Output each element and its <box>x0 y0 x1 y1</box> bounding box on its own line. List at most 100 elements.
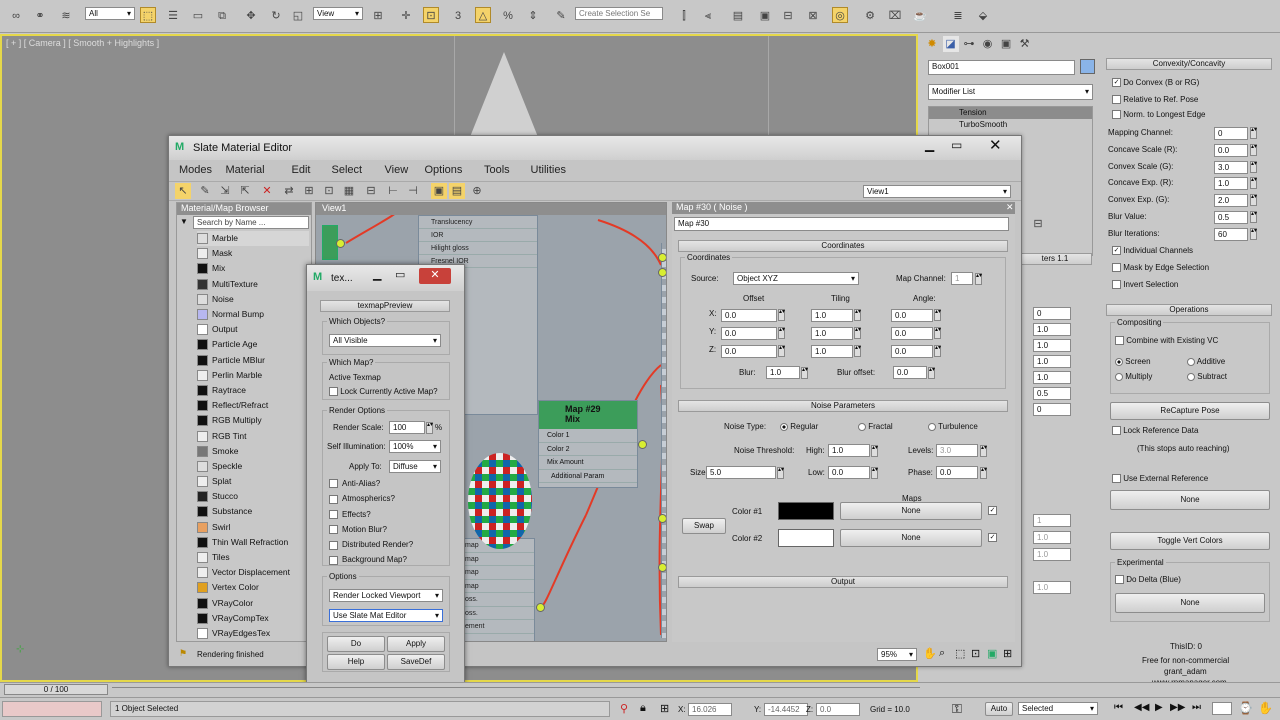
absolute-mode-icon[interactable]: ⊞ <box>660 702 669 715</box>
map-list-item[interactable]: RGB Multiply <box>197 413 309 428</box>
param-spinner[interactable]: ▴▾ <box>1250 160 1257 173</box>
map-list-item[interactable]: Reflect/Refract <box>197 398 309 413</box>
create-tab-icon[interactable]: ✸ <box>924 36 940 52</box>
map-list-item[interactable]: Mask <box>197 246 309 261</box>
menu-view[interactable]: View <box>385 164 409 176</box>
assign-material-icon[interactable]: ⇱ <box>237 183 253 199</box>
regular-radio[interactable]: Regular <box>780 422 818 431</box>
color1-swatch[interactable] <box>778 502 834 520</box>
offset-field[interactable]: 0.0 <box>721 345 777 358</box>
norm-checkbox[interactable]: Norm. to Longest Edge <box>1112 110 1206 120</box>
tiling-spinner[interactable]: ▴▾ <box>854 309 861 321</box>
zoom-selected-icon[interactable]: ▣ <box>987 647 997 660</box>
angle-field[interactable]: 0.0 <box>891 327 933 340</box>
external-none-button[interactable]: None <box>1110 490 1270 510</box>
slate-titlebar[interactable]: M Slate Material Editor ▁ ▭ ✕ <box>169 136 1021 160</box>
vray-icon[interactable]: ⬙ <box>975 8 991 24</box>
layout-children-icon[interactable]: ⊢ <box>385 183 401 199</box>
param-field[interactable]: 1.0 <box>1214 177 1248 191</box>
hide-unused-icon[interactable]: ⊞ <box>301 183 317 199</box>
align-icon[interactable]: ⫷ <box>700 8 716 24</box>
node-icon[interactable]: ▣ <box>431 183 447 199</box>
modify-tab-icon[interactable]: ◪ <box>942 36 959 52</box>
unlink-icon[interactable]: ⚭ <box>32 8 48 24</box>
do-delta-checkbox[interactable]: Do Delta (Blue) <box>1115 575 1181 585</box>
lock-icon[interactable]: 🔒︎ <box>640 702 646 715</box>
z-coordinate-field[interactable]: 0.0 <box>816 703 860 716</box>
partial-value[interactable]: 1.0 <box>1033 371 1071 384</box>
map-list-item[interactable]: VRayCompTex <box>197 611 309 626</box>
minimize-icon[interactable]: ▁ <box>373 268 381 281</box>
swap-button[interactable]: Swap <box>682 518 726 534</box>
maxscript-listener[interactable] <box>2 701 102 717</box>
background-icon[interactable]: ▦ <box>341 183 357 199</box>
map-channel-field[interactable]: 1 <box>951 272 973 285</box>
viewport-label[interactable]: [ + ] [ Camera ] [ Smooth + Highlights ] <box>6 38 159 48</box>
texmap-rollout-header[interactable]: texmapPreview <box>320 300 450 312</box>
angle-spinner[interactable]: ▴▾ <box>934 309 941 321</box>
partial-value[interactable]: 1.0 <box>1033 355 1071 368</box>
high-spinner[interactable]: ▴▾ <box>871 445 878 457</box>
goto-start-icon[interactable]: ⏮ <box>1114 702 1123 713</box>
navigator-icon[interactable]: ⊕ <box>469 183 485 199</box>
checkbox-box[interactable] <box>329 555 338 565</box>
map-list-item[interactable]: VRayEdgesTex <box>197 626 309 639</box>
mix-node-header[interactable]: Map #29 Mix <box>539 401 637 429</box>
scale-icon[interactable]: ◱ <box>290 8 306 24</box>
param-field[interactable]: 2.0 <box>1214 194 1248 208</box>
zoom-dropdown[interactable]: 95% ▾ <box>877 648 917 661</box>
levels-field[interactable]: 3.0 <box>936 444 978 457</box>
isolate-icon[interactable]: ⚲ <box>620 702 628 715</box>
map-list-item[interactable]: Splat <box>197 474 309 489</box>
timeline-track[interactable] <box>112 687 920 691</box>
prev-frame-icon[interactable]: ◀◀ <box>1134 702 1149 713</box>
map-list-item[interactable]: Perlin Marble <box>197 368 309 383</box>
mask-edge-checkbox[interactable]: Mask by Edge Selection <box>1112 263 1209 273</box>
percent-snap-icon[interactable]: % <box>500 8 516 24</box>
object-color-swatch[interactable] <box>1080 59 1095 74</box>
angle-field[interactable]: 0.0 <box>891 309 933 322</box>
pick-material-icon[interactable]: ✎ <box>197 183 213 199</box>
view-tab[interactable]: View1 <box>316 203 666 215</box>
savedef-button[interactable]: SaveDef <box>387 654 445 670</box>
edit-named-sel-icon[interactable]: ✎ <box>553 8 569 24</box>
close-icon[interactable]: ✕ <box>989 136 1002 154</box>
select-by-name-icon[interactable]: ☰ <box>165 8 181 24</box>
blur-offset-field[interactable]: 0.0 <box>893 366 927 379</box>
browser-title[interactable]: Material/Map Browser <box>177 203 311 215</box>
time-slider[interactable]: 0 / 100 <box>4 684 108 695</box>
bind-spacewarp-icon[interactable]: ≋ <box>58 8 74 24</box>
checkbox-box[interactable] <box>329 479 338 489</box>
toggle-vert-colors-button[interactable]: Toggle Vert Colors <box>1110 532 1270 550</box>
combine-checkbox[interactable]: Combine with Existing VC <box>1115 336 1218 346</box>
render-option-checkbox[interactable]: Motion Blur? <box>329 525 447 540</box>
param-field[interactable]: 0.0 <box>1214 143 1248 157</box>
partial-value[interactable]: 0 <box>1033 403 1071 416</box>
keyboard-shortcut-icon[interactable]: ⊡ <box>423 7 439 23</box>
color1-map-checkbox[interactable]: ✓ <box>988 506 997 515</box>
zoom-icon[interactable]: ⌕ <box>939 647 945 660</box>
mix-node[interactable]: Map #29 Mix Color 1 Color 2 Mix Amount Addi… <box>538 400 638 488</box>
node-slot[interactable]: map <box>461 566 534 580</box>
map-list-item[interactable]: Output <box>197 322 309 337</box>
offset-field[interactable]: 0.0 <box>721 327 777 340</box>
properties-close-icon[interactable]: ✕ <box>1006 202 1014 213</box>
render-frame-icon[interactable]: ⌧ <box>887 8 903 24</box>
map-list-item[interactable]: Raytrace <box>197 383 309 398</box>
offset-spinner[interactable]: ▴▾ <box>778 345 785 357</box>
offset-spinner[interactable]: ▴▾ <box>778 327 785 339</box>
select-manipulate-icon[interactable]: ✛ <box>398 8 414 24</box>
blur-spinner[interactable]: ▴▾ <box>801 367 808 379</box>
relative-checkbox[interactable]: Relative to Ref. Pose <box>1112 95 1198 105</box>
phase-field[interactable]: 0.0 <box>936 466 978 479</box>
map-list-item[interactable]: Tiles <box>197 550 309 565</box>
stack-item-tension[interactable]: Tension <box>929 107 1092 119</box>
offset-field[interactable]: 0.0 <box>721 309 777 322</box>
material-node-lower[interactable]: map map map map oss. oss. ement <box>460 538 535 641</box>
param-spinner[interactable]: ▴▾ <box>1250 227 1257 240</box>
map-list-item[interactable]: VRayColor <box>197 596 309 611</box>
texmap-titlebar[interactable]: M tex... ▁ ▭ ✕ <box>307 265 464 291</box>
blur-field[interactable]: 1.0 <box>766 366 800 379</box>
do-convex-checkbox[interactable]: ✓ Do Convex (B or RG) <box>1112 78 1199 88</box>
individual-channels-checkbox[interactable]: ✓ Individual Channels <box>1112 246 1193 256</box>
